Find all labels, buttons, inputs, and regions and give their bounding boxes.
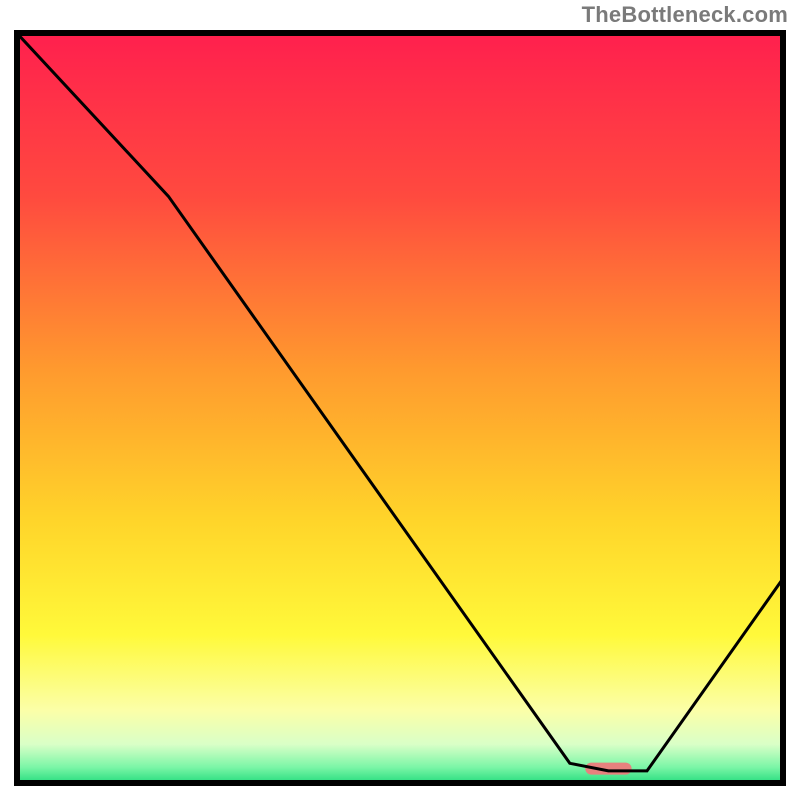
watermark-text: TheBottleneck.com bbox=[582, 2, 788, 28]
gradient-background bbox=[14, 30, 786, 786]
bottleneck-chart bbox=[0, 0, 800, 800]
chart-container: TheBottleneck.com bbox=[0, 0, 800, 800]
plot-area bbox=[14, 30, 786, 786]
